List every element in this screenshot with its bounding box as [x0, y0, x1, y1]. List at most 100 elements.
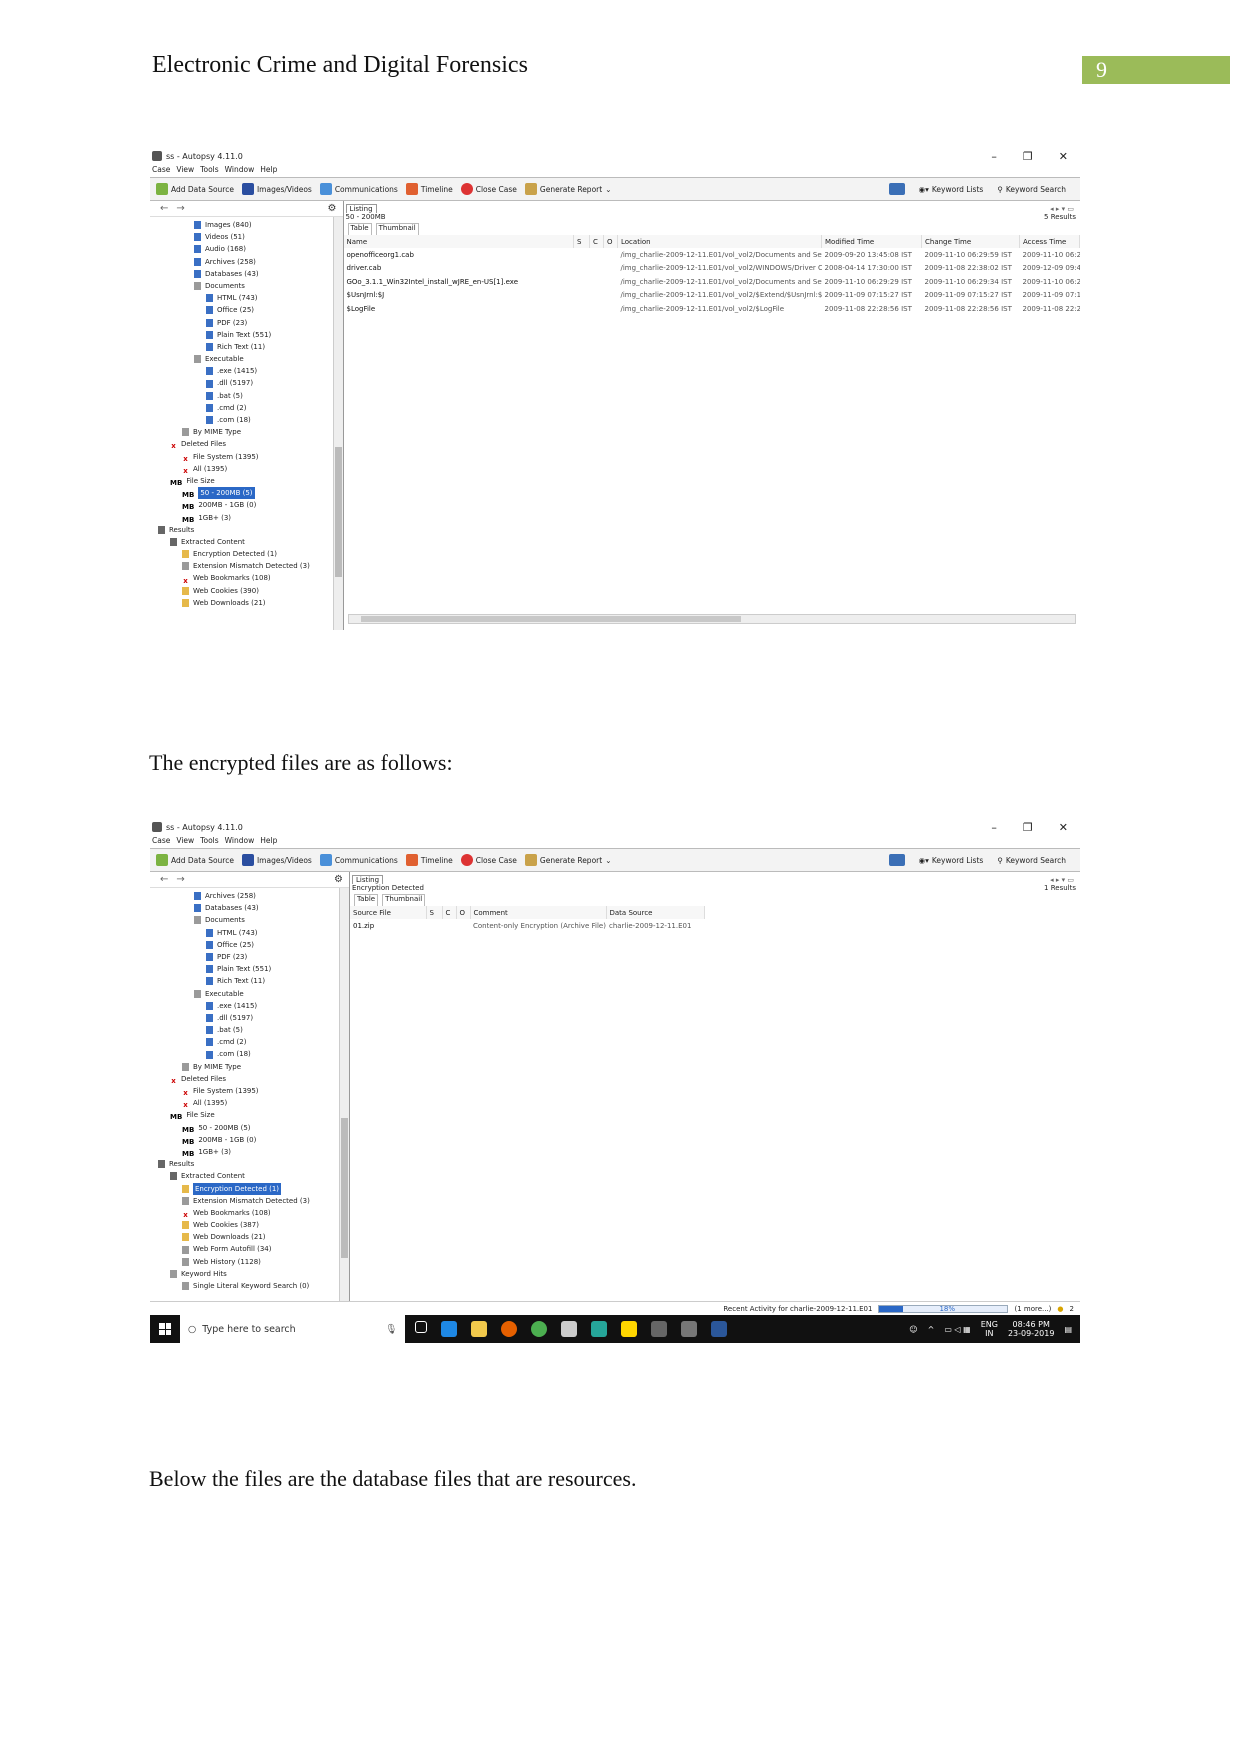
- tree-node[interactable]: Results: [150, 1158, 349, 1170]
- close-case-button[interactable]: Close Case: [460, 854, 517, 866]
- column-header[interactable]: Access Time: [1019, 235, 1080, 248]
- tree-node[interactable]: By MIME Type: [150, 1061, 349, 1073]
- tree-node[interactable]: Extension Mismatch Detected (3): [150, 560, 343, 572]
- column-header[interactable]: Source File: [350, 906, 427, 919]
- menu-tools[interactable]: Tools: [200, 836, 218, 848]
- tree-node[interactable]: x Deleted Files: [150, 1073, 349, 1085]
- tree-node[interactable]: Keyword Hits: [150, 1268, 349, 1280]
- tree-scrollbar[interactable]: [339, 888, 349, 1301]
- app-icon[interactable]: [561, 1321, 577, 1337]
- tree-node[interactable]: Archives (258): [150, 256, 343, 268]
- tree-node[interactable]: Web Form Autofill (34): [150, 1243, 349, 1255]
- tree-node[interactable]: MB 50 - 200MB (5): [150, 1122, 349, 1134]
- maximize-icon[interactable]: ❐: [1023, 821, 1033, 834]
- communications-button[interactable]: Communications: [319, 183, 398, 195]
- tree-node[interactable]: MB File Size: [150, 475, 343, 487]
- tree-node[interactable]: MB 50 - 200MB (5): [150, 487, 343, 500]
- table-row[interactable]: GOo_3.1.1_Win32Intel_install_wJRE_en-US[…: [344, 275, 1080, 289]
- tree-node[interactable]: Plain Text (551): [150, 329, 343, 341]
- column-header[interactable]: O: [456, 906, 471, 919]
- tree-node[interactable]: By MIME Type: [150, 426, 343, 438]
- table-row[interactable]: openofficeorg1.cab/img_charlie-2009-12-1…: [344, 248, 1080, 262]
- close-icon[interactable]: ✕: [1059, 150, 1068, 163]
- tree-node[interactable]: MB 200MB - 1GB (0): [150, 499, 343, 511]
- sticky-notes-icon[interactable]: [621, 1321, 637, 1337]
- tree-node[interactable]: PDF (23): [150, 317, 343, 329]
- tree-node[interactable]: .cmd (2): [150, 402, 343, 414]
- column-header[interactable]: Data Source: [606, 906, 705, 919]
- chrome-icon[interactable]: [531, 1321, 547, 1337]
- column-header[interactable]: O: [603, 235, 618, 248]
- microphone-icon[interactable]: 🎙: [385, 1324, 397, 1335]
- tree-node[interactable]: .dll (5197): [150, 377, 343, 389]
- tree-node[interactable]: Executable: [150, 353, 343, 365]
- tab-listing[interactable]: Listing: [345, 204, 377, 213]
- tree-node[interactable]: x Deleted Files: [150, 438, 343, 450]
- tree-node[interactable]: Extracted Content: [150, 1170, 349, 1182]
- close-icon[interactable]: ✕: [1059, 821, 1068, 834]
- add-data-source-button[interactable]: Add Data Source: [156, 854, 234, 866]
- communications-button[interactable]: Communications: [319, 854, 398, 866]
- firefox-icon[interactable]: [501, 1321, 517, 1337]
- tree-node[interactable]: Office (25): [150, 304, 343, 316]
- menu-view[interactable]: View: [176, 165, 194, 177]
- tab-nav-icons[interactable]: ◂ ▸ ▾ ▭: [1050, 876, 1074, 884]
- calculator-icon[interactable]: [651, 1321, 667, 1337]
- tab-listing[interactable]: Listing: [352, 875, 384, 884]
- autopsy-taskbar-icon[interactable]: [681, 1321, 697, 1337]
- file-explorer-icon[interactable]: [471, 1321, 487, 1337]
- notification-icon[interactable]: ●: [1057, 1305, 1063, 1313]
- tree-node[interactable]: MB 1GB+ (3): [150, 512, 343, 524]
- tree-node[interactable]: .exe (1415): [150, 365, 343, 377]
- images-videos-button[interactable]: Images/Videos: [241, 854, 312, 866]
- forward-arrow-icon[interactable]: →: [176, 874, 184, 885]
- column-header[interactable]: S: [426, 906, 443, 919]
- keyword-search-button[interactable]: ⚲ Keyword Search: [997, 856, 1066, 865]
- tree-node[interactable]: Images (840): [150, 219, 343, 231]
- tray-chevron-icon[interactable]: ^: [928, 1325, 935, 1334]
- tree-node[interactable]: .dll (5197): [150, 1012, 349, 1024]
- keyword-lists-button[interactable]: ◉▾ Keyword Lists: [919, 185, 984, 194]
- gear-icon[interactable]: ⚙: [328, 203, 337, 214]
- tree-node[interactable]: Web History (1128): [150, 1256, 349, 1268]
- tree-node[interactable]: Videos (51): [150, 231, 343, 243]
- tree-node[interactable]: Results: [150, 524, 343, 536]
- taskbar-search[interactable]: ○ Type here to search 🎙: [180, 1315, 405, 1343]
- subtab-table[interactable]: Table: [347, 223, 372, 235]
- tree-node[interactable]: x File System (1395): [150, 451, 343, 463]
- column-header[interactable]: C: [589, 235, 604, 248]
- tree-node[interactable]: .com (18): [150, 1048, 349, 1060]
- tree-node[interactable]: x File System (1395): [150, 1085, 349, 1097]
- tree-node[interactable]: .exe (1415): [150, 1000, 349, 1012]
- column-header[interactable]: Location: [617, 235, 822, 248]
- subtab-thumbnail[interactable]: Thumbnail: [375, 223, 419, 235]
- generate-report-button[interactable]: Generate Report ⌄: [524, 854, 611, 866]
- tree-node[interactable]: HTML (743): [150, 292, 343, 304]
- subtab-thumbnail[interactable]: Thumbnail: [382, 894, 426, 906]
- tree-node[interactable]: Encryption Detected (1): [150, 1182, 349, 1195]
- tree-node[interactable]: PDF (23): [150, 951, 349, 963]
- close-case-button[interactable]: Close Case: [460, 183, 517, 195]
- tree-node[interactable]: Single Literal Keyword Search (0): [150, 1280, 349, 1292]
- timeline-button[interactable]: Timeline: [405, 183, 453, 195]
- tree-node[interactable]: HTML (743): [150, 927, 349, 939]
- tree-node[interactable]: Databases (43): [150, 902, 349, 914]
- task-view-icon[interactable]: [415, 1321, 427, 1333]
- word-icon[interactable]: [711, 1321, 727, 1337]
- mail-icon[interactable]: [888, 854, 905, 866]
- tree-node[interactable]: Audio (168): [150, 243, 343, 255]
- tree-node[interactable]: Rich Text (11): [150, 341, 343, 353]
- table-row[interactable]: 01.zip Content-only Encryption (Archive F…: [350, 919, 704, 933]
- menu-case[interactable]: Case: [152, 836, 170, 848]
- column-header[interactable]: C: [442, 906, 457, 919]
- minimize-icon[interactable]: –: [991, 150, 997, 163]
- action-center-icon[interactable]: ▤: [1064, 1325, 1072, 1334]
- tree-node[interactable]: Web Downloads (21): [150, 597, 343, 609]
- tree-node[interactable]: Web Cookies (390): [150, 585, 343, 597]
- maximize-icon[interactable]: ❐: [1023, 150, 1033, 163]
- tree-node[interactable]: Web Cookies (387): [150, 1219, 349, 1231]
- menu-tools[interactable]: Tools: [200, 165, 218, 177]
- subtab-table[interactable]: Table: [354, 894, 379, 906]
- tree-node[interactable]: MB File Size: [150, 1109, 349, 1121]
- table-row[interactable]: $LogFile/img_charlie-2009-12-11.E01/vol_…: [344, 302, 1080, 316]
